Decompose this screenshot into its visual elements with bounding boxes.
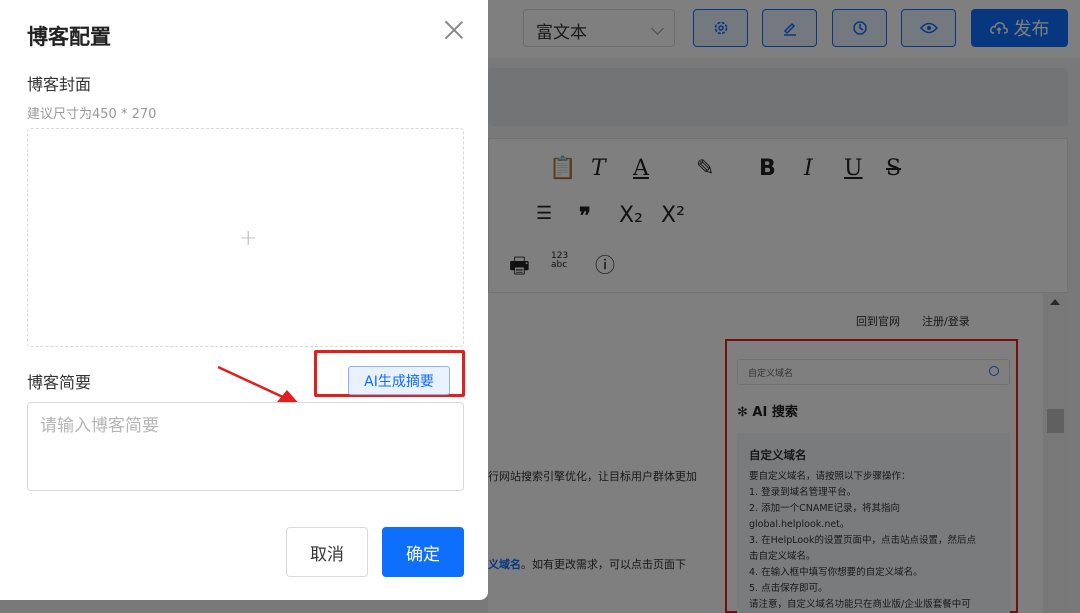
cover-size-hint: 建议尺寸为450 * 270 [27,107,157,122]
dialog-title: 博客配置 [27,25,111,49]
blog-config-dialog: 博客配置 博客封面 建议尺寸为450 * 270 + 博客简要 AI生成摘要 取… [0,0,488,600]
summary-label: 博客简要 [27,373,92,392]
close-icon[interactable] [443,19,465,41]
summary-textarea[interactable] [27,402,464,491]
plus-icon: + [239,226,258,251]
ai-generate-summary-button[interactable]: AI生成摘要 [348,366,450,395]
cover-upload-area[interactable]: + [27,128,464,347]
cancel-button[interactable]: 取消 [286,527,368,577]
confirm-button[interactable]: 确定 [382,527,464,577]
cover-label: 博客封面 [27,75,92,94]
